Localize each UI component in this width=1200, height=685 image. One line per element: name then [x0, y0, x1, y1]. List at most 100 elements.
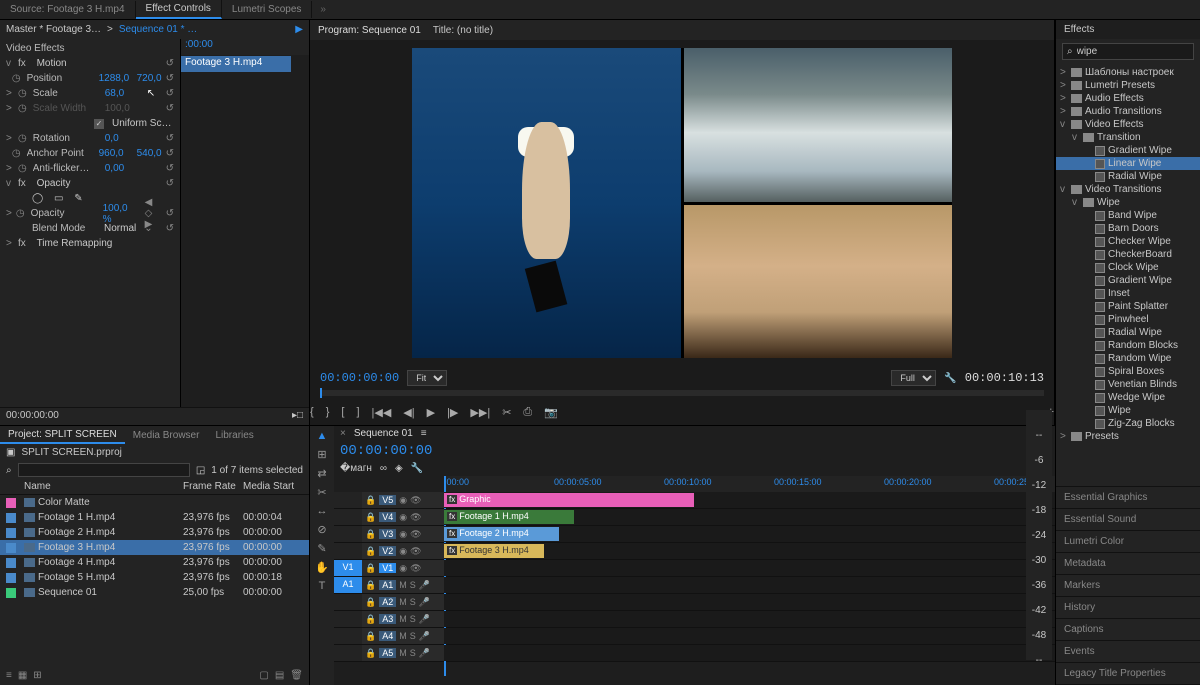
timeline-tool[interactable]: ▲	[317, 430, 328, 442]
transport-button[interactable]: [	[341, 406, 344, 419]
project-item[interactable]: Footage 5 H.mp423,976 fps00:00:18	[0, 570, 309, 585]
program-scrubber[interactable]	[320, 390, 1044, 396]
position-x[interactable]: 1288,0	[99, 73, 133, 84]
bin-icon[interactable]: ◲	[196, 465, 205, 476]
transport-button[interactable]: ▶▶|	[470, 406, 490, 419]
timeline-tool[interactable]: ⊞	[317, 448, 326, 461]
timeline-clip[interactable]: fxFootage 2 H.mp4	[444, 527, 559, 541]
libraries-tab[interactable]: Libraries	[207, 428, 261, 443]
transport-button[interactable]: ⎙	[523, 406, 532, 419]
effect-tree-item[interactable]: Barn Doors	[1056, 222, 1200, 235]
opacity-effect[interactable]: Opacity	[37, 178, 71, 189]
effect-tree-item[interactable]: CheckerBoard	[1056, 248, 1200, 261]
opacity-value[interactable]: 100,0 %	[103, 203, 137, 225]
tab-source[interactable]: Source: Footage 3 H.mp4	[0, 1, 136, 18]
new-item-icon[interactable]: ▤	[275, 670, 284, 681]
anchor-label[interactable]: Anchor Point	[27, 148, 95, 159]
project-item[interactable]: Footage 2 H.mp423,976 fps00:00:00	[0, 525, 309, 540]
effect-tree-item[interactable]: vTransition	[1056, 131, 1200, 144]
project-item[interactable]: Color Matte	[0, 495, 309, 510]
trash-icon[interactable]: 🗑	[290, 670, 303, 681]
ec-clip-bar[interactable]: Footage 3 H.mp4	[181, 56, 291, 72]
effect-tree-item[interactable]: Inset	[1056, 287, 1200, 300]
video-track[interactable]: 🔒V4◉👁fxFootage 1 H.mp4	[334, 509, 1055, 526]
link-icon[interactable]: ∞	[380, 463, 387, 474]
audio-track[interactable]: 🔒A4MS🎤	[334, 628, 1055, 645]
collapsed-panel[interactable]: Lumetri Color	[1056, 531, 1200, 553]
video-track[interactable]: 🔒V5◉👁fxGraphic	[334, 492, 1055, 509]
timeline-tool[interactable]: ↔	[317, 505, 328, 517]
effect-tree-item[interactable]: vVideo Effects	[1056, 118, 1200, 131]
col-start[interactable]: Media Start	[243, 481, 303, 492]
icon-view-icon[interactable]: ▦	[18, 670, 27, 681]
timeline-ruler[interactable]: :00:0000:00:05:0000:00:10:0000:00:15:000…	[444, 476, 1055, 492]
blend-mode-value[interactable]: Normal	[104, 223, 136, 234]
collapsed-panel[interactable]: Events	[1056, 641, 1200, 663]
collapsed-panel[interactable]: Legacy Title Properties	[1056, 663, 1200, 685]
effects-search-input[interactable]	[1077, 46, 1200, 57]
effect-tree-item[interactable]: Random Wipe	[1056, 352, 1200, 365]
resolution-select[interactable]: Full	[891, 370, 936, 386]
effect-tree-item[interactable]: >Audio Transitions	[1056, 105, 1200, 118]
project-item[interactable]: Sequence 0125,00 fps00:00:00	[0, 585, 309, 600]
position-label[interactable]: Position	[27, 73, 95, 84]
sequence-clip-label[interactable]: Sequence 01 * …	[119, 24, 197, 35]
settings-icon[interactable]: 🔧	[944, 373, 956, 384]
transport-button[interactable]: |◀◀	[372, 406, 392, 419]
panel-menu-icon[interactable]: »	[320, 4, 326, 15]
effect-tree-item[interactable]: Clock Wipe	[1056, 261, 1200, 274]
timeline-clip[interactable]: fxFootage 3 H.mp4	[444, 544, 544, 558]
col-rate[interactable]: Frame Rate	[183, 481, 243, 492]
list-view-icon[interactable]: ≡	[6, 670, 12, 681]
transport-button[interactable]: ▶	[427, 406, 435, 419]
mask-rect-icon[interactable]: ▭	[54, 193, 63, 204]
reset-icon[interactable]: ↺	[166, 58, 174, 69]
transport-button[interactable]: |▶	[447, 406, 458, 419]
collapsed-panel[interactable]: Essential Sound	[1056, 509, 1200, 531]
video-track[interactable]: 🔒V2◉👁fxFootage 3 H.mp4	[334, 543, 1055, 560]
project-search-icon[interactable]: ⌕	[6, 465, 12, 476]
motion-effect[interactable]: Motion	[37, 58, 67, 69]
timeline-clip[interactable]: fxFootage 1 H.mp4	[444, 510, 574, 524]
transport-button[interactable]: ✂	[502, 406, 511, 419]
project-item[interactable]: Footage 1 H.mp423,976 fps00:00:04	[0, 510, 309, 525]
timeline-tool[interactable]: ⊘	[317, 523, 326, 536]
rotation-label[interactable]: Rotation	[33, 133, 101, 144]
effect-tree-item[interactable]: vWipe	[1056, 196, 1200, 209]
effect-tree-item[interactable]: Radial Wipe	[1056, 326, 1200, 339]
program-monitor[interactable]	[310, 40, 1054, 366]
col-name[interactable]: Name	[24, 481, 183, 492]
collapsed-panel[interactable]: Metadata	[1056, 553, 1200, 575]
effect-tree-item[interactable]: Wipe	[1056, 404, 1200, 417]
opacity-value-label[interactable]: Opacity	[31, 208, 99, 219]
audio-track[interactable]: 🔒A5MS🎤	[334, 645, 1055, 662]
audio-track[interactable]: A1🔒A1MS🎤	[334, 577, 1055, 594]
mask-pen-icon[interactable]: ✎	[74, 193, 82, 204]
effect-tree-item[interactable]: Linear Wipe	[1056, 157, 1200, 170]
ec-ruler[interactable]: :00:00	[181, 39, 309, 55]
project-search-input[interactable]	[18, 463, 190, 477]
settings-icon[interactable]: 🔧	[411, 463, 423, 474]
effect-tree-item[interactable]: >Lumetri Presets	[1056, 79, 1200, 92]
timeline-timecode[interactable]: 00:00:00:00	[334, 441, 1055, 461]
transport-button[interactable]: ]	[356, 406, 359, 419]
audio-track[interactable]: 🔒A3MS🎤	[334, 611, 1055, 628]
effect-tree-item[interactable]: vVideo Transitions	[1056, 183, 1200, 196]
rotation-value[interactable]: 0,0	[105, 133, 139, 144]
position-y[interactable]: 720,0	[137, 73, 162, 84]
anchor-y[interactable]: 540,0	[137, 148, 162, 159]
ec-toggle-icon[interactable]: ▸□	[292, 410, 303, 423]
effect-tree-item[interactable]: Venetian Blinds	[1056, 378, 1200, 391]
transport-button[interactable]: {	[310, 406, 314, 419]
transport-button[interactable]: 📷	[544, 406, 558, 419]
collapsed-panel[interactable]: Markers	[1056, 575, 1200, 597]
effect-tree-item[interactable]: Pinwheel	[1056, 313, 1200, 326]
scale-label[interactable]: Scale	[33, 88, 101, 99]
effect-tree-item[interactable]: >Audio Effects	[1056, 92, 1200, 105]
ec-timecode[interactable]: 00:00:00:00	[6, 410, 59, 423]
new-bin-icon[interactable]: ▢	[259, 670, 268, 681]
uniform-scale-checkbox[interactable]: ✓	[94, 119, 104, 129]
effect-tree-item[interactable]: Spiral Boxes	[1056, 365, 1200, 378]
effect-tree-item[interactable]: Radial Wipe	[1056, 170, 1200, 183]
timeline-tool[interactable]: ✋	[315, 561, 329, 574]
